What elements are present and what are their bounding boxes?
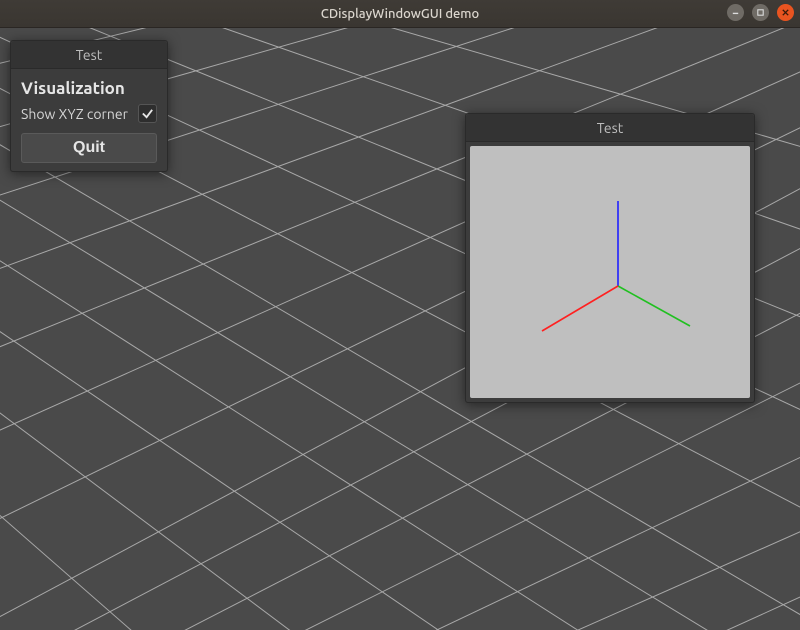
panel-canvas-title: Test [597,120,623,136]
panel-test[interactable]: Test Visualization Show XYZ corner Quit [10,40,168,172]
minimize-button[interactable] [727,4,744,21]
panel-test-body: Visualization Show XYZ corner Quit [11,69,167,171]
axis-y [618,286,690,326]
show-xyz-checkbox[interactable] [138,104,157,123]
show-xyz-label: Show XYZ corner [21,106,128,122]
panel-canvas[interactable]: Test [465,113,755,403]
os-window-title: CDisplayWindowGUI demo [0,7,800,21]
axis-x [542,286,618,331]
panel-test-title: Test [76,47,102,63]
panel-canvas-view[interactable] [470,146,750,398]
os-titlebar: CDisplayWindowGUI demo [0,0,800,28]
xyz-axes-icon [470,146,750,398]
close-button[interactable] [777,4,794,21]
maximize-button[interactable] [752,4,769,21]
checkmark-icon [141,107,154,120]
show-xyz-row: Show XYZ corner [21,104,157,123]
panel-test-titlebar[interactable]: Test [11,41,167,69]
quit-button[interactable]: Quit [21,133,157,163]
panel-canvas-titlebar[interactable]: Test [466,114,754,142]
visualization-heading: Visualization [21,79,157,98]
viewport-3d[interactable]: Test Visualization Show XYZ corner Quit … [0,28,800,630]
os-window-controls [727,4,794,21]
